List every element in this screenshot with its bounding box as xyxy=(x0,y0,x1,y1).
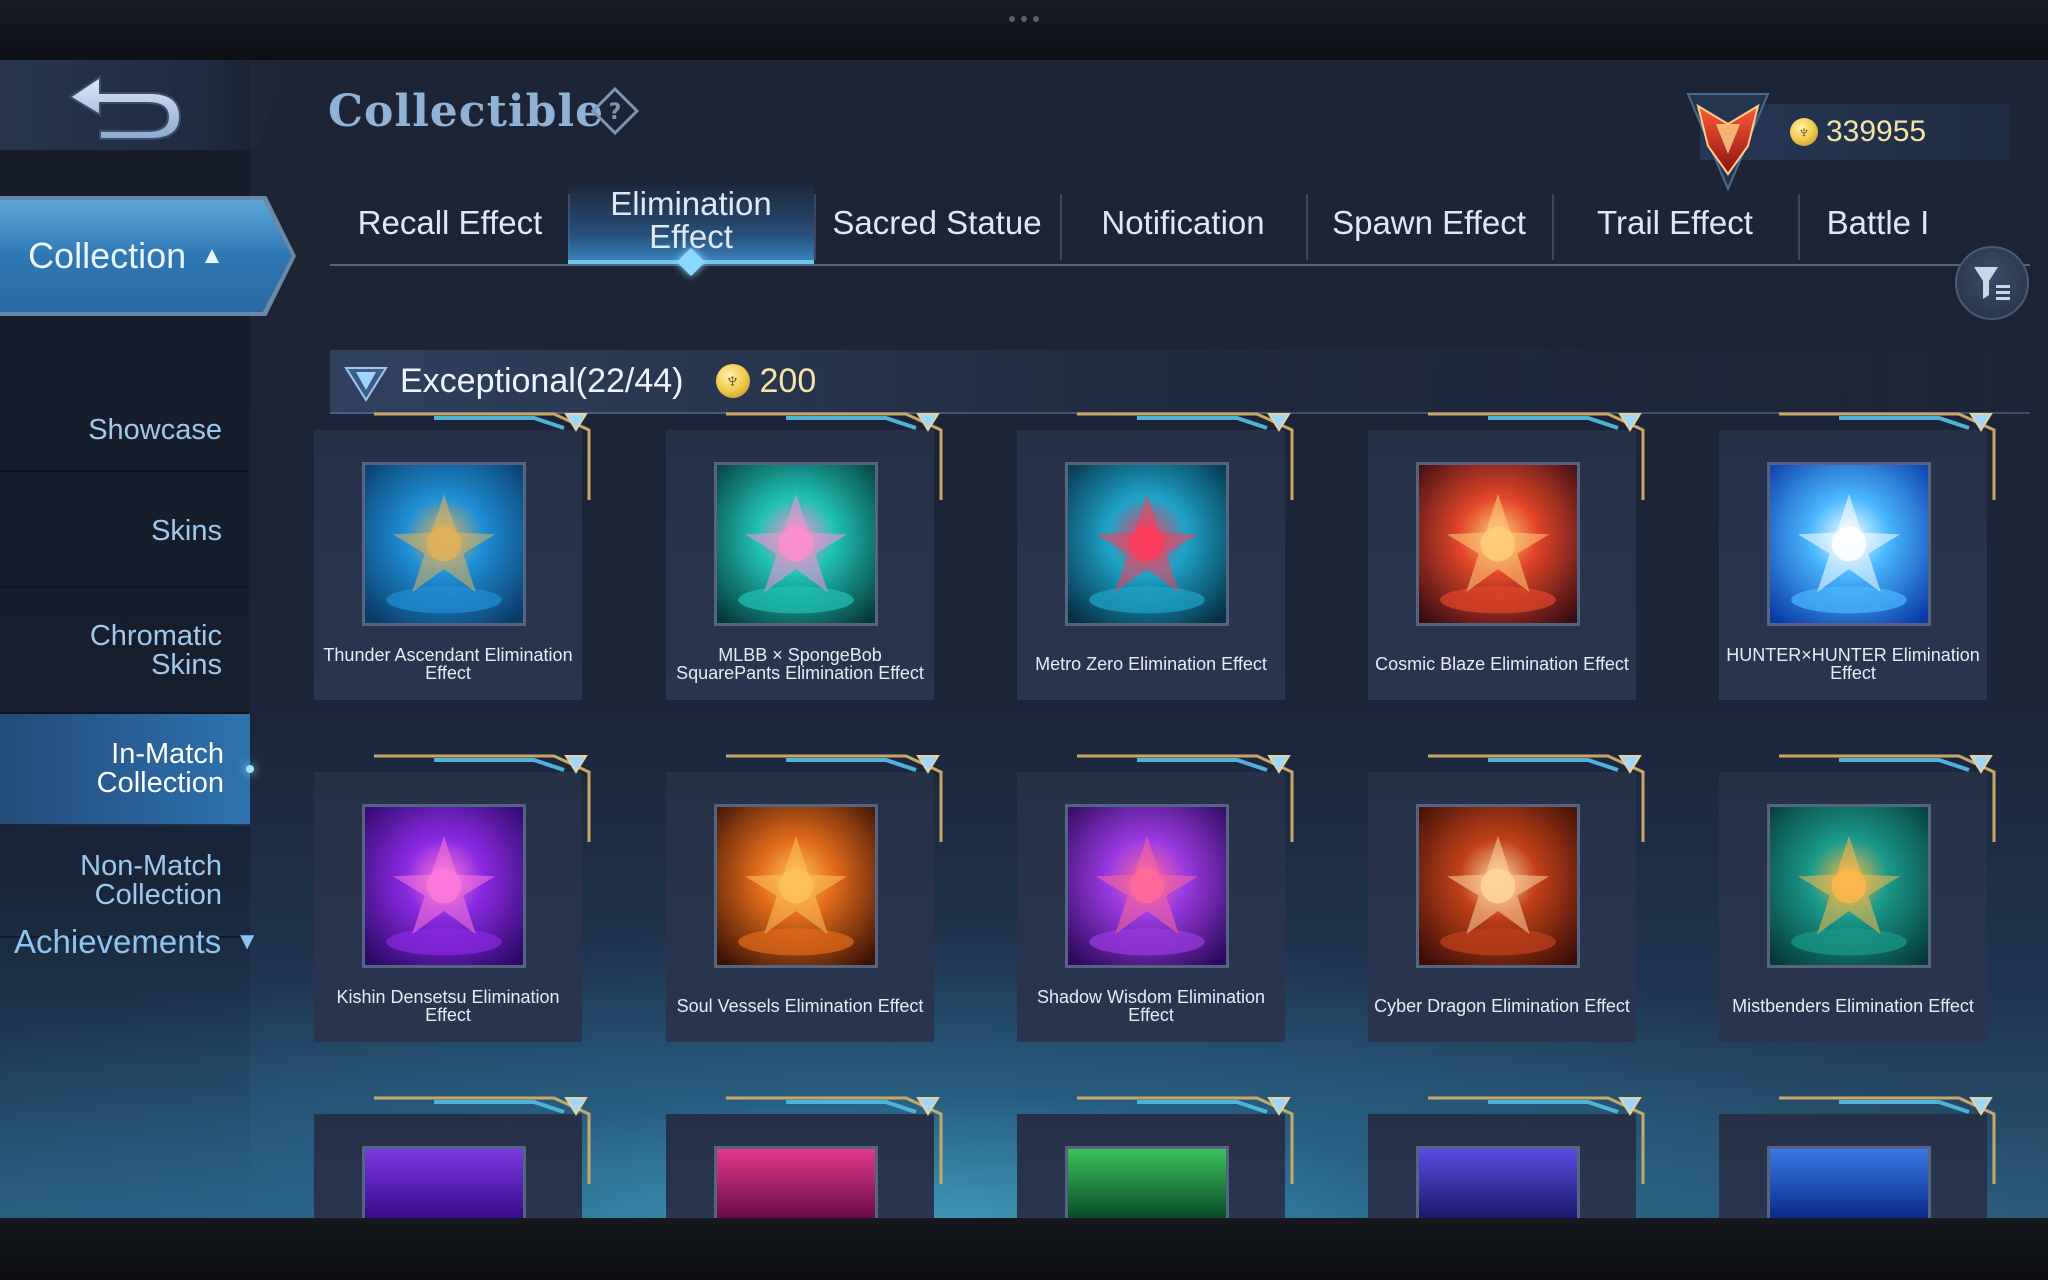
effect-thumbnail xyxy=(1065,804,1229,968)
effect-thumbnail xyxy=(1416,462,1580,626)
effect-thumbnail-art xyxy=(365,807,523,965)
effect-thumbnail-art xyxy=(1068,465,1226,623)
effect-name: MLBB × SpongeBob SquarePants Elimination… xyxy=(676,645,924,683)
effect-card[interactable]: Thunder Ascendant Elimination Effect xyxy=(314,412,591,700)
effect-thumbnail-art xyxy=(717,465,875,623)
effect-name: Metro Zero Elimination Effect xyxy=(1035,654,1267,674)
effect-name: Soul Vessels Elimination Effect xyxy=(676,996,924,1016)
effect-thumbnail xyxy=(1767,462,1931,626)
effect-card[interactable]: Kishin Densetsu Elimination Effect xyxy=(314,754,591,1042)
game-screen: Collection ▲ Showcase Skins Chromatic Skins… xyxy=(0,60,2048,1218)
effect-thumbnail-art xyxy=(1770,807,1928,965)
effect-thumbnail xyxy=(714,462,878,626)
effect-thumbnail xyxy=(362,1146,526,1218)
effect-card[interactable]: Mistbenders Elimination Effect xyxy=(1719,754,1996,1042)
effect-name: Thunder Ascendant Elimination Effect xyxy=(323,645,573,683)
effect-thumbnail xyxy=(1416,804,1580,968)
effect-thumbnail xyxy=(1767,1146,1931,1218)
effect-thumbnail-art xyxy=(365,465,523,623)
effect-thumbnail xyxy=(362,804,526,968)
effect-thumbnail-art xyxy=(1068,807,1226,965)
effect-thumbnail xyxy=(1065,1146,1229,1218)
effect-thumbnail-art xyxy=(1419,465,1577,623)
effect-thumbnail xyxy=(1416,1146,1580,1218)
effect-thumbnail-art xyxy=(1419,807,1577,965)
effects-grid: Thunder Ascendant Elimination Effect MLBB… xyxy=(0,60,2048,1218)
effect-thumbnail xyxy=(362,462,526,626)
bottom-system-bar xyxy=(0,1218,2048,1280)
effect-card[interactable] xyxy=(314,1096,591,1218)
effect-card[interactable]: HUNTER×HUNTER Elimination Effect xyxy=(1719,412,1996,700)
effect-name: Cyber Dragon Elimination Effect xyxy=(1374,996,1630,1016)
effect-card[interactable]: Cosmic Blaze Elimination Effect xyxy=(1368,412,1645,700)
effect-card[interactable] xyxy=(1368,1096,1645,1218)
effect-name: HUNTER×HUNTER Elimination Effect xyxy=(1726,645,1980,683)
top-dots-indicator xyxy=(1004,16,1044,24)
effect-thumbnail-art xyxy=(717,807,875,965)
effect-name: Shadow Wisdom Elimination Effect xyxy=(1036,987,1266,1025)
top-system-bar xyxy=(0,0,2048,60)
effect-thumbnail xyxy=(1767,804,1931,968)
effect-card[interactable] xyxy=(1719,1096,1996,1218)
effect-card[interactable]: Cyber Dragon Elimination Effect xyxy=(1368,754,1645,1042)
effect-card[interactable]: Metro Zero Elimination Effect xyxy=(1017,412,1294,700)
effect-card[interactable] xyxy=(666,1096,943,1218)
effect-thumbnail xyxy=(714,1146,878,1218)
effect-thumbnail-art xyxy=(1770,465,1928,623)
effect-card[interactable] xyxy=(1017,1096,1294,1218)
effect-card[interactable]: Soul Vessels Elimination Effect xyxy=(666,754,943,1042)
effect-name: Cosmic Blaze Elimination Effect xyxy=(1375,654,1629,674)
effect-thumbnail xyxy=(714,804,878,968)
effect-thumbnail xyxy=(1065,462,1229,626)
effect-name: Kishin Densetsu Elimination Effect xyxy=(336,987,560,1025)
effect-card[interactable]: Shadow Wisdom Elimination Effect xyxy=(1017,754,1294,1042)
effect-name: Mistbenders Elimination Effect xyxy=(1732,996,1974,1016)
effect-card[interactable]: MLBB × SpongeBob SquarePants Elimination… xyxy=(666,412,943,700)
